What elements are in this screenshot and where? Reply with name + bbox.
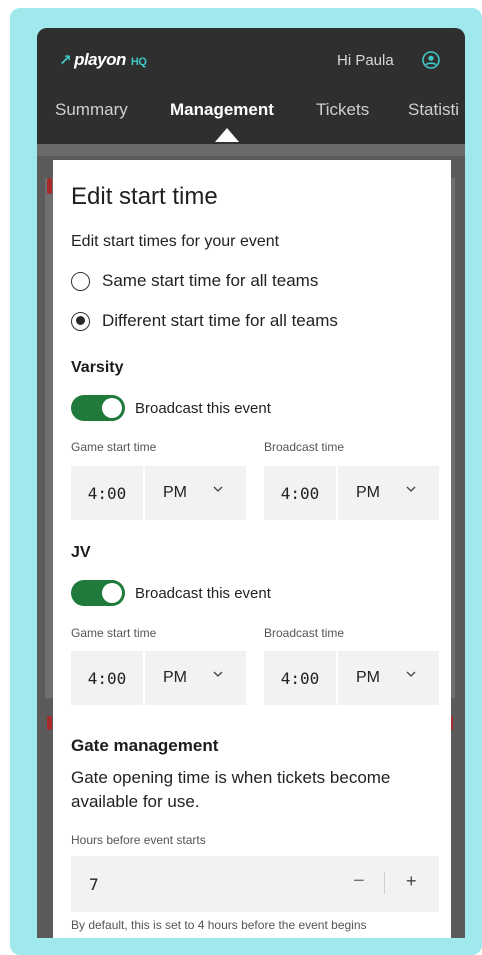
game-ampm-select[interactable]: PM (145, 466, 246, 520)
ampm-value: PM (356, 484, 380, 501)
hours-before-label: Hours before event starts (71, 833, 206, 847)
broadcast-toggle-row[interactable]: Broadcast this event (71, 395, 271, 421)
chevron-down-icon (213, 671, 223, 677)
broadcast-toggle[interactable] (71, 395, 125, 421)
gate-description: Gate opening time is when tickets become… (71, 768, 391, 811)
game-start-time-input[interactable]: 4:00 (71, 466, 143, 520)
section-title-varsity: Varsity (71, 359, 124, 376)
section-title-jv: JV (71, 544, 91, 561)
radio-button[interactable] (71, 271, 90, 291)
ampm-value: PM (356, 669, 380, 686)
chevron-down-icon (213, 486, 223, 492)
tab-management[interactable]: Management (170, 100, 274, 120)
broadcast-time-input[interactable]: 4:00 (264, 466, 336, 520)
broadcast-toggle-row[interactable]: Broadcast this event (71, 580, 271, 606)
broadcast-time-input[interactable]: 4:00 (264, 651, 336, 705)
broadcast-time-label: Broadcast time (264, 440, 345, 454)
broadcast-ampm-select[interactable]: PM (338, 466, 439, 520)
tab-summary[interactable]: Summary (55, 100, 128, 120)
logo-suffix: HQ (130, 56, 147, 68)
ampm-value: PM (163, 484, 187, 501)
background-strip (37, 144, 465, 156)
stepper-divider (384, 872, 385, 894)
game-ampm-select[interactable]: PM (145, 651, 246, 705)
background-marker (47, 716, 52, 730)
logo-text: playon (74, 50, 126, 69)
top-bar: ↗ playon HQ Hi Paula (37, 28, 465, 92)
game-start-time-label: Game start time (71, 440, 157, 454)
tab-tickets[interactable]: Tickets (316, 100, 369, 120)
hours-helper-text: By default, this is set to 4 hours befor… (71, 918, 367, 932)
chevron-down-icon (406, 486, 416, 492)
option-label: Different start time for all teams (102, 311, 338, 330)
option-same-start-time[interactable]: Same start time for all teams (71, 271, 318, 291)
logo: ↗ playon HQ (59, 50, 147, 70)
broadcast-label: Broadcast this event (135, 584, 271, 602)
option-label: Same start time for all teams (102, 271, 319, 290)
hours-stepper[interactable]: 7 − + (71, 856, 439, 912)
section-title-gate-management: Gate management (71, 736, 219, 755)
tab-bar: Summary Management Tickets Statisti (37, 92, 465, 144)
broadcast-time-label: Broadcast time (264, 626, 345, 640)
broadcast-toggle[interactable] (71, 580, 125, 606)
edit-start-time-modal: Edit start time Edit start times for you… (53, 160, 451, 938)
user-circle-icon[interactable] (422, 51, 440, 69)
game-start-time-label: Game start time (71, 626, 157, 640)
option-different-start-time[interactable]: Different start time for all teams (71, 311, 338, 331)
user-greeting: Hi Paula (337, 52, 394, 69)
background-marker (47, 178, 52, 194)
active-tab-caret (215, 128, 239, 142)
radio-button-selected[interactable] (71, 311, 90, 331)
decrement-button[interactable]: − (353, 870, 365, 893)
tab-statistics[interactable]: Statisti (408, 100, 459, 120)
chevron-down-icon (406, 671, 416, 677)
broadcast-label: Broadcast this event (135, 399, 271, 417)
increment-button[interactable]: + (406, 871, 417, 892)
logo-mark-icon: ↗ (59, 52, 72, 69)
hours-value[interactable]: 7 (89, 875, 99, 894)
broadcast-ampm-select[interactable]: PM (338, 651, 439, 705)
ampm-value: PM (163, 669, 187, 686)
game-start-time-input[interactable]: 4:00 (71, 651, 143, 705)
modal-title: Edit start time (71, 183, 218, 210)
modal-subtitle: Edit start times for your event (71, 233, 280, 250)
